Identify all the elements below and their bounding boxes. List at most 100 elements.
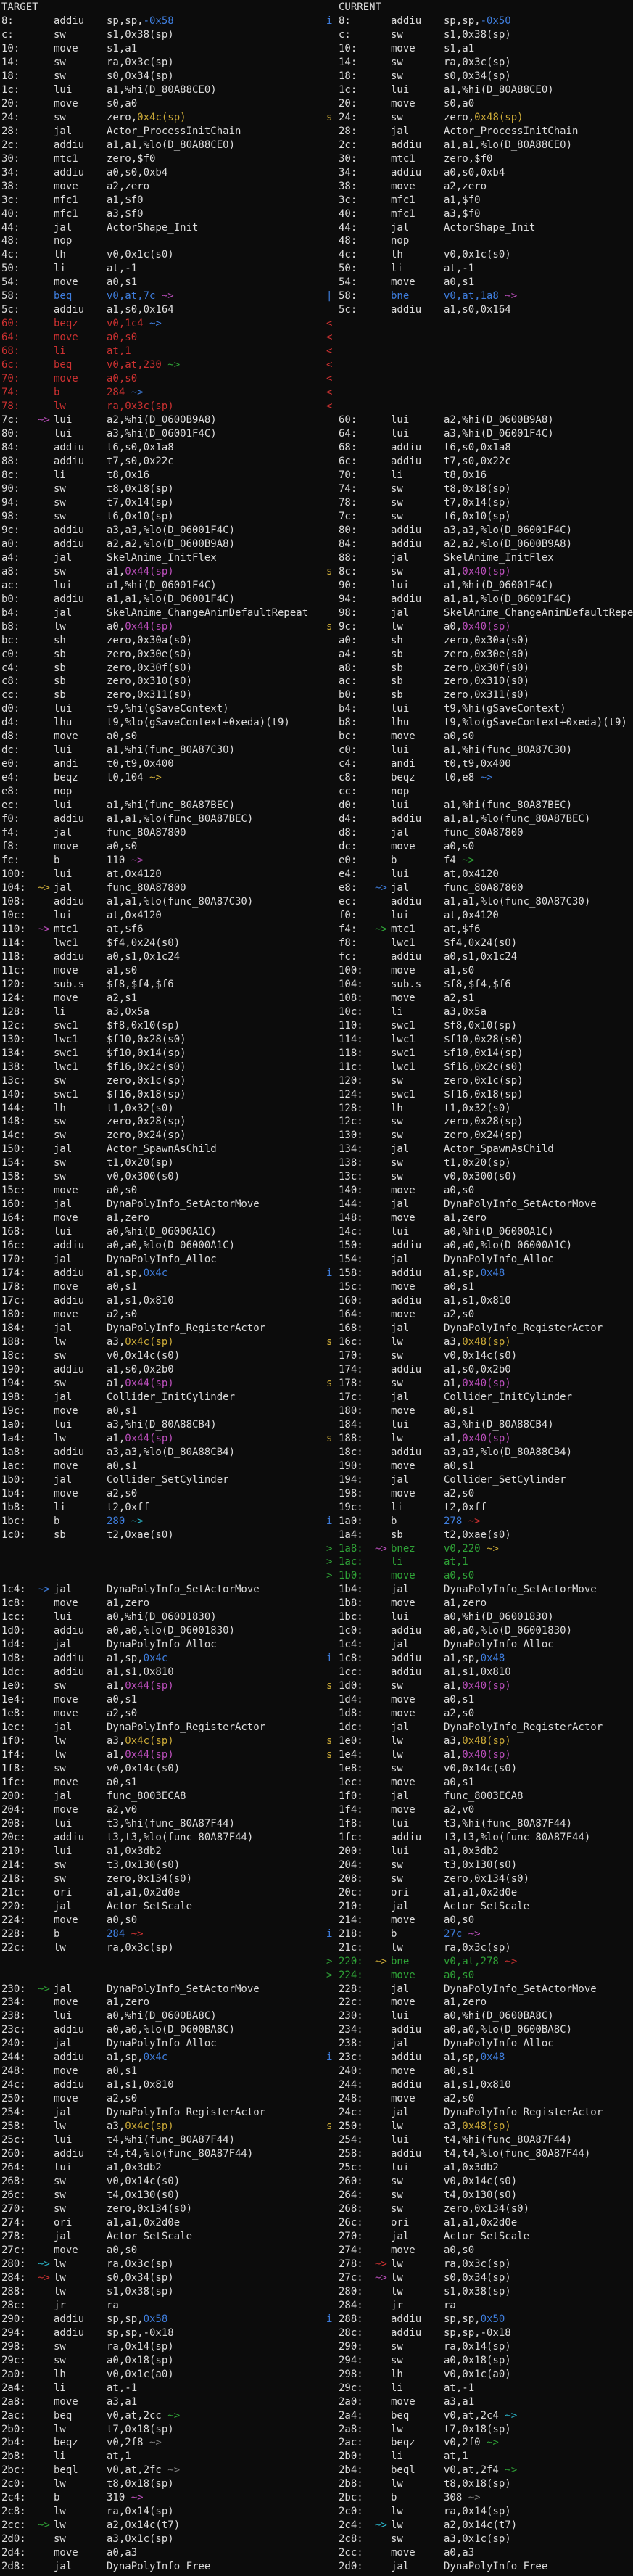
operands: a3,0x48(sp) (444, 1336, 511, 1348)
target-line: 238:luia0,%hi(D_0600BA8C) (0, 2009, 326, 2023)
operands: t8,0x18(sp) (444, 2478, 511, 2490)
operand-segment: t8,0x18(sp) (444, 483, 511, 495)
mnemonic: jal (54, 2106, 107, 2120)
target-line: 2c4:b310 ~> (0, 2491, 326, 2505)
address: f0: (1, 812, 38, 826)
mnemonic: lh (391, 1102, 444, 1116)
operands: a2,0x14c(t7) (107, 2519, 180, 2531)
operand-segment: a1,s0 (444, 965, 474, 976)
operand-segment: at,1 (107, 2451, 131, 2462)
asm-row: e0:andit0,t9,0x400c4:andit0,t9,0x400 (0, 757, 633, 771)
current-line: 2d0:jalDynaPolyInfo_Free (326, 2560, 633, 2574)
operand-segment: t8,0x18(sp) (107, 483, 174, 495)
target-line: 1e4:movea0,s1 (0, 1693, 326, 1707)
operand-segment: zero,$f0 (107, 153, 155, 165)
current-line: 294:swa0,0x18(sp) (326, 2354, 633, 2368)
operands: s0,0x34(sp) (444, 2272, 511, 2284)
target-line: 114:lwc1$f4,0x24(s0) (0, 937, 326, 950)
mnemonic: move (391, 1308, 444, 1322)
address: 180: (1, 1308, 38, 1322)
target-line: 44:jalActorShape_Init (0, 221, 326, 235)
address: 2b0: (339, 2450, 375, 2464)
operand-segment: v0,0x300(s0) (107, 1171, 180, 1182)
address: 154: (1, 1156, 38, 1170)
current-line: < (326, 345, 633, 358)
operand-segment: a1,s1,0x810 (444, 2079, 511, 2091)
address: 294: (339, 2354, 375, 2368)
mnemonic: jal (54, 1583, 107, 1597)
operand-segment: a1,0x3db2 (444, 1845, 499, 1857)
address: 22c: (339, 1996, 375, 2009)
operands: $f4,0x24(s0) (444, 937, 517, 949)
asm-row: 108:addiua1,a1,%lo(func_80A87C30)ec:addi… (0, 895, 633, 909)
address: 1a8: (1, 1446, 38, 1460)
operand-segment: t0,e8 (444, 772, 474, 783)
current-line: 2cc:movea0,a3 (326, 2546, 633, 2560)
address: 28: (1, 125, 38, 139)
current-line: 298:lhv0,0x1c(a0) (326, 2368, 633, 2382)
address: 90: (1, 482, 38, 496)
mnemonic: lh (54, 1102, 107, 1116)
operands: func_80A87800 (107, 882, 186, 894)
operand-segment: Actor_ProcessInitChain (107, 125, 241, 137)
asm-row: 74:b284 ~>< (0, 386, 633, 400)
mnemonic: addiu (391, 2313, 444, 2326)
mnemonic: addiu (391, 303, 444, 317)
mnemonic: addiu (391, 1624, 444, 1638)
current-line: 1a4:sbt2,0xae(s0) (326, 1528, 633, 1542)
asm-row: f0:addiua1,a1,%lo(func_80A87BEC)d4:addiu… (0, 812, 633, 826)
operand-segment: a0,s1 (107, 1777, 137, 1788)
operand-segment: sp,sp, (107, 15, 144, 27)
operand-segment: t4,0x130(s0) (444, 2189, 517, 2201)
address: 6c: (1, 358, 38, 372)
asm-row: 1f4:lwa1,0x44(sp)s1e4:lwa1,0x40(sp) (0, 1748, 633, 1762)
target-line: 23c:addiua0,a0,%lo(D_0600BA8C) (0, 2023, 326, 2037)
mnemonic: lwc1 (54, 1033, 107, 1047)
current-line: 254:luit4,%hi(func_80A87F44) (326, 2133, 633, 2147)
operands: 284 ~> (107, 387, 144, 398)
mnemonic: move (54, 2244, 107, 2258)
address: 94: (339, 593, 375, 606)
address: c0: (1, 648, 38, 662)
address: 2ac: (339, 2436, 375, 2450)
operands: s1,0x38(sp) (107, 2286, 174, 2297)
address: 1e4: (1, 1693, 38, 1707)
target-line: 60:beqzv0,1c4 ~> (0, 317, 326, 331)
target-line: 1c0:sbt2,0xae(s0) (0, 1528, 326, 1542)
operands: a1,a1,%lo(D_06001F4C) (107, 593, 235, 605)
operands: a0,s0 (444, 1185, 474, 1196)
operands: a2,a2,%lo(D_0600B9A8) (107, 538, 235, 550)
operands: t0,t9,0x400 (444, 758, 511, 770)
operand-segment: 0x40(sp) (462, 1433, 510, 1444)
operands: s0,a0 (107, 98, 137, 110)
operands: a0,%hi(D_06000A1C) (107, 1226, 217, 1238)
diff-marker: < (326, 386, 339, 400)
address: 234: (339, 2023, 375, 2037)
operand-segment: a1,sp, (444, 1267, 481, 1279)
operands: func_80A87800 (444, 827, 524, 839)
operand-segment: t6,0x10(sp) (107, 511, 174, 522)
operands: a2,%hi(D_0600B9A8) (444, 414, 554, 426)
mnemonic: sw (54, 1156, 107, 1170)
current-line: d0:luia1,%hi(func_80A87BEC) (326, 799, 633, 812)
operand-segment: t7,0x14(sp) (444, 497, 511, 509)
operand-segment: a2,s1 (107, 992, 137, 1004)
operand-segment: a2,zero (444, 181, 487, 192)
operand-segment: t4,%hi(func_80A87F44) (107, 2134, 235, 2146)
address: 208: (339, 1872, 375, 1886)
operands: a1,s1,0x810 (107, 1295, 174, 1306)
address: 1f0: (339, 1790, 375, 1803)
target-line: 164:movea1,zero (0, 1211, 326, 1225)
current-line: 278:~>lwra,0x3c(sp) (326, 2258, 633, 2271)
mnemonic: lhu (391, 716, 444, 730)
address: 240: (339, 2065, 375, 2078)
mnemonic: swc1 (391, 1019, 444, 1033)
target-line: 288:lws1,0x38(sp) (0, 2285, 326, 2299)
target-line: 124:movea2,s1 (0, 992, 326, 1005)
asm-row: 11c:movea1,s0100:movea1,s0 (0, 964, 633, 978)
target-line: 15c:movea0,s0 (0, 1184, 326, 1198)
target-line: 1b0:jalCollider_SetCylinder (0, 1473, 326, 1487)
mnemonic: move (54, 97, 107, 111)
address: 44: (1, 221, 38, 235)
target-line: c8:sbzero,0x310(s0) (0, 675, 326, 688)
